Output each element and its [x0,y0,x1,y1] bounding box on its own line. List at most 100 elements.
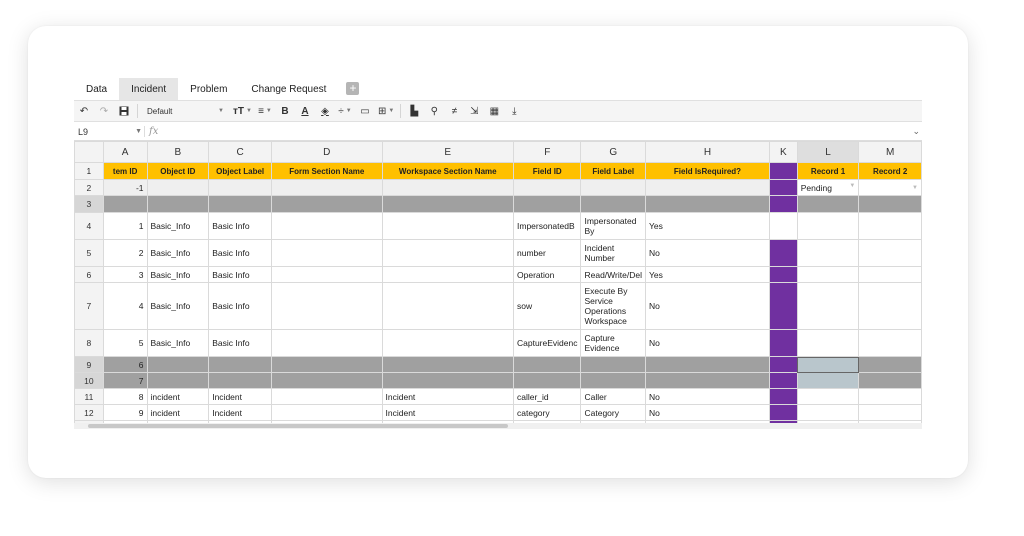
header-cell[interactable] [769,162,798,180]
column-header-d[interactable]: D [271,141,383,163]
header-cell[interactable]: Object Label [208,162,273,180]
vertical-align-icon[interactable]: ÷ ▼ [338,102,352,120]
cell[interactable] [271,195,383,213]
cell[interactable] [858,282,922,330]
cell[interactable] [102,195,148,213]
cell[interactable]: Yes [644,266,771,283]
column-header-e[interactable]: E [381,141,515,163]
cell[interactable] [381,356,515,373]
cell[interactable] [796,212,860,240]
cell[interactable] [208,179,273,196]
cell[interactable] [146,356,210,373]
clear-format-icon[interactable]: ≠ [447,102,461,120]
cell[interactable]: Incident [208,404,273,421]
cell[interactable] [769,195,798,213]
cell[interactable]: No [644,239,771,267]
cell[interactable] [769,388,798,405]
row-header[interactable]: 5 [74,239,104,267]
cell[interactable]: 6 [102,356,148,373]
cell[interactable]: Read/Write/Del [580,266,646,283]
tab-data[interactable]: Data [74,78,119,100]
cell-reference-dropdown-icon[interactable]: ▼ [135,123,142,141]
cell[interactable] [796,372,860,389]
cell[interactable] [381,195,515,213]
select-all-corner[interactable] [74,141,104,163]
cell[interactable]: Incident [381,404,515,421]
cell[interactable] [271,388,383,405]
cell[interactable]: sow [512,282,582,330]
cell[interactable] [858,404,922,421]
cell[interactable]: Basic Info [208,212,273,240]
save-icon[interactable] [117,102,131,120]
cell[interactable] [858,212,922,240]
cell[interactable]: No [644,282,771,330]
row-header[interactable]: 6 [74,266,104,283]
cell[interactable]: Basic Info [208,266,273,283]
column-header-f[interactable]: F [512,141,582,163]
cell[interactable] [580,356,646,373]
cell[interactable] [208,356,273,373]
cell[interactable]: Caller [580,388,646,405]
column-header-b[interactable]: B [146,141,210,163]
cell[interactable]: 2 [102,239,148,267]
cell[interactable] [271,179,383,196]
header-cell[interactable]: Field IsRequired? [644,162,771,180]
header-cell[interactable]: Form Section Name [271,162,383,180]
cell[interactable] [769,372,798,389]
fill-color-icon[interactable]: ◈ [318,102,332,120]
cell[interactable]: Basic_Info [146,282,210,330]
cell[interactable]: 8 [102,388,148,405]
cell[interactable] [271,404,383,421]
horizontal-scrollbar[interactable] [74,423,922,429]
font-size-icon[interactable]: тT ▼ [233,102,252,120]
cell[interactable] [146,372,210,389]
search-icon[interactable]: ⚲ [427,102,441,120]
cell[interactable] [512,372,582,389]
header-cell[interactable]: tem ID [102,162,148,180]
tab-change-request[interactable]: Change Request [239,78,338,100]
cell[interactable] [512,356,582,373]
column-header-a[interactable]: A [102,141,148,163]
cell[interactable] [796,329,860,357]
cell[interactable] [769,404,798,421]
cell[interactable] [271,356,383,373]
cell[interactable] [796,388,860,405]
cell[interactable] [858,388,922,405]
cell[interactable]: Incident Number [580,239,646,267]
row-header[interactable]: 8 [74,329,104,357]
cell[interactable] [512,195,582,213]
column-header-l[interactable]: L [796,141,860,163]
align-icon[interactable]: ≡ ▼ [258,102,272,120]
cell[interactable] [208,195,273,213]
cell[interactable] [580,372,646,389]
undo-icon[interactable]: ↶ [77,102,91,120]
cell[interactable] [381,179,515,196]
cell[interactable] [644,195,771,213]
cell[interactable] [796,282,860,330]
cell[interactable]: ImpersonatedB [512,212,582,240]
cell[interactable] [644,356,771,373]
import-icon[interactable]: ⇲ [467,102,481,120]
header-cell[interactable]: Record 1 [796,162,860,180]
cell[interactable]: Category [580,404,646,421]
cell[interactable] [769,356,798,373]
cell[interactable]: caller_id [512,388,582,405]
cell[interactable] [146,179,210,196]
cell[interactable] [769,266,798,283]
cell[interactable]: CaptureEvidenc [512,329,582,357]
row-header[interactable]: 3 [74,195,104,213]
cell[interactable]: Basic Info [208,239,273,267]
cell[interactable]: Yes [644,212,771,240]
header-cell[interactable]: Field ID [512,162,582,180]
cell[interactable] [381,212,515,240]
cell[interactable] [381,239,515,267]
cell[interactable] [381,282,515,330]
column-header-k[interactable]: K [769,141,798,163]
cell[interactable] [769,212,798,240]
row-header[interactable]: 10 [74,372,104,389]
cell[interactable] [644,179,771,196]
header-cell[interactable]: Field Label [580,162,646,180]
cell[interactable] [381,266,515,283]
cell[interactable] [796,239,860,267]
cell[interactable]: incident [146,404,210,421]
